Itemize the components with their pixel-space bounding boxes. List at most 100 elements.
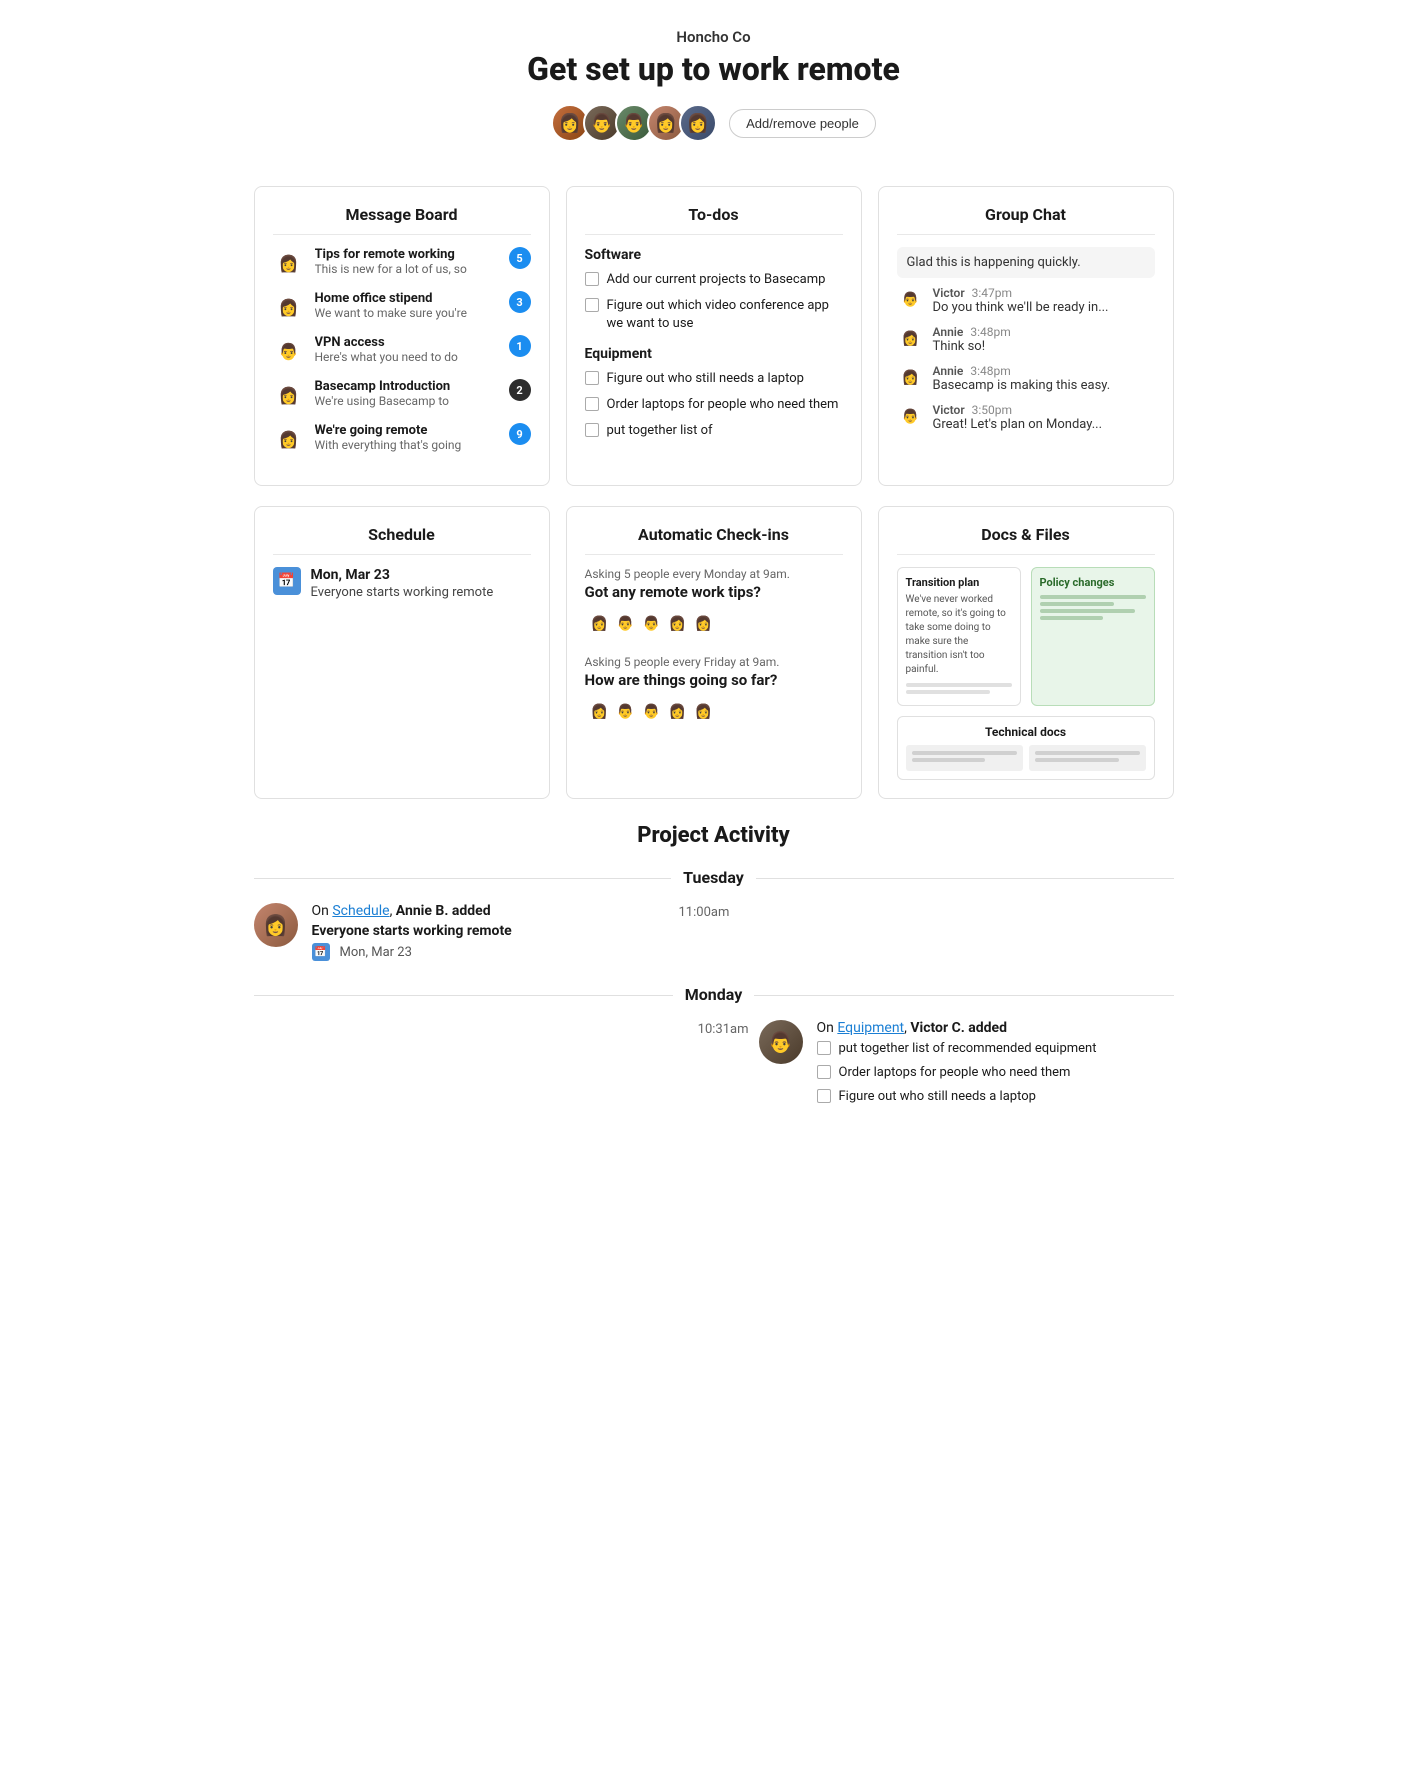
activity-time: 10:31am bbox=[669, 1020, 749, 1037]
doc-line bbox=[912, 758, 986, 762]
todo-checkbox[interactable] bbox=[585, 423, 599, 437]
todo-checkbox[interactable] bbox=[585, 272, 599, 286]
doc-policy-changes[interactable]: Policy changes bbox=[1031, 567, 1155, 706]
schedule-card: Schedule 📅 Mon, Mar 23 Everyone starts w… bbox=[254, 506, 550, 799]
badge: 9 bbox=[509, 423, 531, 445]
avatar: 👩 bbox=[897, 325, 925, 353]
project-activity-title: Project Activity bbox=[254, 823, 1174, 848]
message-preview: This is new for a lot of us, so bbox=[315, 262, 499, 276]
doc-line bbox=[1040, 595, 1146, 599]
todos-card: To-dos Software Add our current projects… bbox=[566, 186, 862, 486]
doc-technical-docs[interactable]: Technical docs bbox=[897, 716, 1155, 780]
list-item: 👨 Victor 3:50pm Great! Let's plan on Mon… bbox=[897, 403, 1155, 432]
todos-section-equipment-title: Equipment bbox=[585, 346, 843, 362]
activity-section-link[interactable]: Schedule bbox=[332, 903, 389, 919]
cards-grid-top: Message Board 👩 Tips for remote working … bbox=[234, 186, 1194, 486]
todo-checkbox[interactable] bbox=[817, 1089, 831, 1103]
todo-label: Order laptops for people who need them bbox=[839, 1064, 1071, 1082]
auto-checkins-card: Automatic Check-ins Asking 5 people ever… bbox=[566, 506, 862, 799]
todo-checkbox[interactable] bbox=[585, 298, 599, 312]
todo-label: put together list of bbox=[607, 422, 713, 440]
schedule-title: Schedule bbox=[273, 525, 531, 555]
avatar: 👩 bbox=[273, 291, 305, 323]
checkin-avatars: 👩 👨 👨 👩 👩 bbox=[585, 609, 843, 639]
avatar-person5[interactable]: 👩 bbox=[679, 104, 717, 142]
activity-event-tuesday: 👩 On Schedule, Annie B. added Everyone s… bbox=[254, 903, 1174, 961]
list-item[interactable]: 👩 Basecamp Introduction We're using Base… bbox=[273, 379, 531, 411]
project-title: Get set up to work remote bbox=[20, 50, 1407, 88]
schedule-event[interactable]: 📅 Mon, Mar 23 Everyone starts working re… bbox=[273, 567, 531, 600]
message-preview: With everything that's going bbox=[315, 438, 499, 452]
message-list: 👩 Tips for remote working This is new fo… bbox=[273, 247, 531, 455]
list-item[interactable]: Add our current projects to Basecamp bbox=[585, 271, 843, 289]
doc-line bbox=[906, 683, 1012, 687]
docs-row-top: Transition plan We've never worked remot… bbox=[897, 567, 1155, 706]
activity-item-sub: 📅 Mon, Mar 23 bbox=[312, 943, 512, 961]
group-chat-card: Group Chat Glad this is happening quickl… bbox=[878, 186, 1174, 486]
cards-grid-bottom: Schedule 📅 Mon, Mar 23 Everyone starts w… bbox=[234, 506, 1194, 799]
checkin-question: How are things going so far? bbox=[585, 671, 843, 689]
doc-line bbox=[1040, 609, 1135, 613]
list-item[interactable]: 👨 VPN access Here's what you need to do … bbox=[273, 335, 531, 367]
list-item[interactable]: 👩 Home office stipend We want to make su… bbox=[273, 291, 531, 323]
checkin-avatars: 👩 👨 👨 👩 👩 bbox=[585, 697, 843, 727]
doc-title: Policy changes bbox=[1040, 576, 1146, 589]
doc-body: We've never worked remote, so it's going… bbox=[906, 593, 1012, 677]
todo-label: Order laptops for people who need them bbox=[607, 396, 839, 414]
doc-line bbox=[1035, 758, 1119, 762]
doc-title: Transition plan bbox=[906, 576, 1012, 589]
avatar: 👨 bbox=[759, 1020, 803, 1064]
list-item[interactable]: 👩 Tips for remote working This is new fo… bbox=[273, 247, 531, 279]
avatar: 👨 bbox=[897, 403, 925, 431]
activity-section-link[interactable]: Equipment bbox=[837, 1020, 904, 1036]
list-item[interactable]: 👩 We're going remote With everything tha… bbox=[273, 423, 531, 455]
checkin-frequency: Asking 5 people every Monday at 9am. bbox=[585, 567, 843, 581]
list-item[interactable]: Figure out which video conference app we… bbox=[585, 297, 843, 333]
message-preview: Here's what you need to do bbox=[315, 350, 499, 364]
activity-event-monday: 10:31am 👨 On Equipment, Victor C. added … bbox=[254, 1020, 1174, 1113]
list-item[interactable]: Order laptops for people who need them bbox=[817, 1064, 1097, 1082]
message-title: Basecamp Introduction bbox=[315, 379, 499, 394]
checkin-question: Got any remote work tips? bbox=[585, 583, 843, 601]
todo-checkbox[interactable] bbox=[817, 1041, 831, 1055]
message-board-card: Message Board 👩 Tips for remote working … bbox=[254, 186, 550, 486]
todos-section-software-title: Software bbox=[585, 247, 843, 263]
list-item[interactable]: put together list of bbox=[585, 422, 843, 440]
group-chat-title: Group Chat bbox=[897, 205, 1155, 235]
avatar: 👩 bbox=[273, 379, 305, 411]
todo-label: Figure out who still needs a laptop bbox=[607, 370, 804, 388]
activity-meta: On Schedule, Annie B. added bbox=[312, 903, 512, 919]
message-title: Home office stipend bbox=[315, 291, 499, 306]
badge: 2 bbox=[509, 379, 531, 401]
badge: 3 bbox=[509, 291, 531, 313]
doc-transition-plan[interactable]: Transition plan We've never worked remot… bbox=[897, 567, 1021, 706]
company-name: Honcho Co bbox=[20, 28, 1407, 46]
todo-label: Figure out which video conference app we… bbox=[607, 297, 843, 333]
checkin-frequency: Asking 5 people every Friday at 9am. bbox=[585, 655, 843, 669]
list-item[interactable]: Figure out who still needs a laptop bbox=[817, 1088, 1097, 1106]
activity-day-tuesday: Tuesday bbox=[254, 868, 1174, 887]
auto-checkins-title: Automatic Check-ins bbox=[585, 525, 843, 555]
schedule-date: Mon, Mar 23 bbox=[311, 567, 494, 583]
avatar: 👨 bbox=[273, 335, 305, 367]
badge: 1 bbox=[509, 335, 531, 357]
page-header: Honcho Co Get set up to work remote 👩 👨 … bbox=[0, 0, 1427, 166]
add-remove-people-button[interactable]: Add/remove people bbox=[729, 109, 876, 138]
list-item: Glad this is happening quickly. bbox=[897, 247, 1155, 278]
activity-time: 11:00am bbox=[679, 903, 759, 920]
list-item[interactable]: put together list of recommended equipme… bbox=[817, 1040, 1097, 1058]
list-item[interactable]: Order laptops for people who need them bbox=[585, 396, 843, 414]
avatar: 👩 bbox=[689, 609, 719, 639]
todo-checkbox[interactable] bbox=[585, 371, 599, 385]
list-item: 👩 Annie 3:48pm Basecamp is making this e… bbox=[897, 364, 1155, 393]
todo-label: put together list of recommended equipme… bbox=[839, 1040, 1097, 1058]
list-item[interactable]: Figure out who still needs a laptop bbox=[585, 370, 843, 388]
message-preview: We want to make sure you're bbox=[315, 306, 499, 320]
todo-checkbox[interactable] bbox=[817, 1065, 831, 1079]
todo-checkbox[interactable] bbox=[585, 397, 599, 411]
list-item: 👩 Annie 3:48pm Think so! bbox=[897, 325, 1155, 354]
avatar: 👨 bbox=[897, 286, 925, 314]
doc-line bbox=[1040, 616, 1104, 620]
checkin-friday: Asking 5 people every Friday at 9am. How… bbox=[585, 655, 843, 727]
list-item: 👨 Victor 3:47pm Do you think we'll be re… bbox=[897, 286, 1155, 315]
